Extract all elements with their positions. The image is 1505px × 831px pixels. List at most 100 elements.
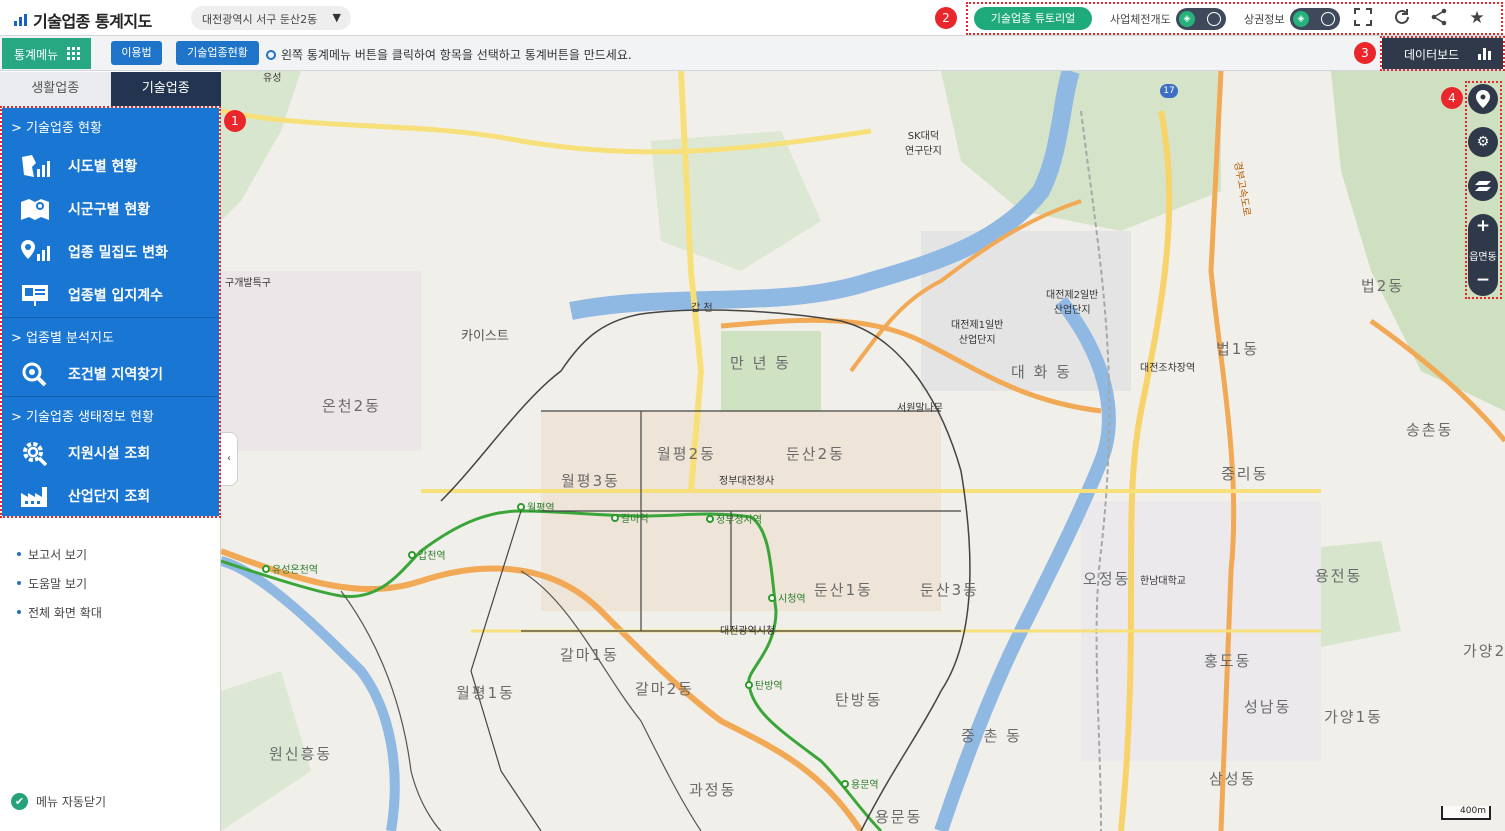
zoom-level-label: 읍면동 (1469, 252, 1497, 263)
map-label-wonsinheung: 원신흥동 (269, 745, 333, 763)
map-label-industrial-1: 대전제1일반 산업단지 (951, 320, 1004, 346)
map-label-beop1: 법1동 (1216, 340, 1260, 358)
menu-item-label: 업종별 입지계수 (68, 288, 164, 304)
map-label-dunsan2: 둔산2동 (786, 445, 845, 463)
map-label-onchon2: 온천2동 (322, 397, 381, 415)
route-17-shield: 17 (1160, 84, 1178, 98)
map-label-ojeong: 오정동 (1083, 570, 1131, 588)
tutorial-button[interactable]: 기술업종 튜토리얼 (974, 7, 1092, 30)
top-bar: 기술업종 통계지도 대전광역시 서구 둔산2동 ▼ 2 기술업종 튜토리얼 사업… (0, 0, 1505, 36)
info-message-text: 왼쪽 통계메뉴 버튼을 클릭하여 항목을 선택하고 통계버튼을 만드세요. (281, 48, 632, 62)
commercial-info-toggle[interactable]: ◈ (1290, 8, 1340, 30)
chevron-right-icon: > (11, 331, 22, 346)
share-icon[interactable] (1429, 8, 1449, 28)
menu-item-sigungu[interactable]: 시군구별 현황 (2, 188, 219, 230)
map-label-yuseong-ic: 유성 (263, 73, 282, 84)
layers-button[interactable] (1468, 171, 1498, 201)
menu-section-analysis-map[interactable]: > 업종별 분석지도 (2, 317, 219, 349)
stats-chart-icon (14, 14, 27, 26)
menu-item-label: 업종 밀집도 변화 (68, 245, 168, 261)
map-label-city-hall: 대전광역시청 (720, 626, 776, 637)
zoom-control: + 읍면동 − (1468, 214, 1498, 296)
station-cityhall: 시청역 (768, 590, 806, 605)
map-label-sk-research: SK대덕 연구단지 (905, 131, 942, 157)
menu-auto-close[interactable]: ✔ 메뉴 자동닫기 (11, 793, 106, 810)
databoard-label: 데이터보드 (1404, 48, 1460, 62)
usage-button[interactable]: 이용법 (111, 41, 162, 65)
app-title: 기술업종 통계지도 (14, 8, 152, 32)
station-marker-icon (262, 564, 270, 573)
map-label-mannyeon: 만 년 동 (730, 354, 791, 372)
layers-icon (1475, 181, 1491, 191)
station-label: 탄방역 (755, 681, 783, 692)
station-gapcheon: 갑천역 (408, 547, 446, 562)
map-label-gov-complex: 정부대전청사 (719, 476, 775, 487)
check-icon: ✔ (11, 793, 28, 810)
status-button[interactable]: 기술업종현황 (176, 41, 259, 65)
menu-section-tech-status[interactable]: > 기술업종 현황 (2, 108, 219, 140)
menu-item-density[interactable]: 업종 밀집도 변화 (2, 231, 219, 273)
gear-search-icon (23, 442, 48, 466)
map-label-industrial-2: 대전제2일반 산업단지 (1046, 290, 1099, 316)
info-dot-icon (266, 49, 276, 60)
business-layout-label: 사업체전개도 (1110, 13, 1171, 26)
annotation-badge-3: 3 (1354, 42, 1376, 64)
map-view[interactable]: 온천2동 카이스트 갑 천 만 년 동 월평2동 둔산2동 월평3동 정부대전청… (221, 71, 1505, 831)
stat-menu-list: > 기술업종 현황 시도별 현황 시군구별 현황 업종 밀집도 변화 업종별 입… (2, 108, 219, 516)
menu-item-label: 시군구별 현황 (68, 202, 151, 218)
station-govcomplex: 정부청사역 (706, 511, 762, 526)
panel-collapse-handle[interactable]: ‹ (221, 432, 238, 486)
bar-chart-icon (1478, 48, 1491, 60)
menu-item-label: 시도별 현황 (68, 159, 138, 175)
station-label: 월평역 (527, 503, 555, 514)
annotation-badge-2: 2 (935, 7, 957, 29)
chevron-down-icon: ▼ (332, 11, 341, 24)
zoom-out-button[interactable]: − (1468, 270, 1498, 290)
refresh-icon[interactable] (1392, 8, 1412, 28)
category-tabs: 생활업종 기술업종 (0, 72, 221, 106)
sub-bar: 통계메뉴 이용법 기술업종현황 왼쪽 통계메뉴 버튼을 클릭하여 항목을 선택하… (0, 36, 1505, 71)
commercial-info-label: 상권정보 (1244, 13, 1285, 26)
menu-item-industrial-complex[interactable]: 산업단지 조회 (2, 475, 219, 517)
cube-icon: ◈ (1293, 11, 1309, 27)
databoard-button[interactable]: 데이터보드 (1382, 38, 1503, 69)
map-label-dunsan3: 둔산3동 (920, 581, 979, 599)
settings-button[interactable]: ⚙ (1468, 127, 1498, 157)
stat-menu-label: 통계메뉴 (14, 48, 59, 62)
map-label-gayang2: 가양2동 (1463, 642, 1505, 660)
map-label-seowon: 서원말나무 (897, 403, 943, 414)
menu-section-label: 기술업종 생태정보 현황 (26, 410, 154, 425)
business-layout-toggle[interactable]: ◈ (1176, 8, 1226, 30)
location-chart-icon (21, 240, 50, 261)
map-label-gwajeong: 과정동 (689, 781, 737, 799)
region-select[interactable]: 대전광역시 서구 둔산2동 ▼ (191, 6, 351, 30)
menu-item-sido[interactable]: 시도별 현황 (2, 145, 219, 187)
zoom-in-button[interactable]: + (1468, 216, 1498, 236)
station-marker-icon (408, 550, 416, 559)
station-marker-icon (841, 779, 849, 788)
map-label-gu-development: 구개발특구 (225, 278, 271, 289)
star-icon[interactable]: ★ (1467, 8, 1487, 28)
link-fullscreen[interactable]: 전체 화면 확대 (17, 604, 102, 633)
link-report[interactable]: 보고서 보기 (17, 546, 102, 575)
link-help[interactable]: 도움말 보기 (17, 575, 102, 604)
station-label: 시청역 (778, 594, 806, 605)
fullscreen-icon[interactable] (1353, 8, 1373, 28)
menu-item-support-facility[interactable]: 지원시설 조회 (2, 432, 219, 474)
menu-section-ecosystem[interactable]: > 기술업종 생태정보 현황 (2, 396, 219, 428)
tab-life-industry[interactable]: 생활업종 (0, 72, 111, 106)
map-scale-bar: 400m (1441, 806, 1491, 820)
station-yuseong-oncheon: 유성온천역 (262, 561, 318, 576)
tab-tech-industry[interactable]: 기술업종 (110, 72, 221, 106)
menu-item-location-quotient[interactable]: 업종별 입지계수 (2, 274, 219, 316)
location-pin-button[interactable] (1468, 84, 1498, 114)
map-label-wolpyeong1: 월평1동 (456, 684, 515, 702)
menu-item-label: 지원시설 조회 (68, 446, 151, 462)
map-label-hongdo: 홍도동 (1204, 652, 1252, 670)
stat-menu-button[interactable]: 통계메뉴 (2, 38, 91, 69)
menu-item-condition-search[interactable]: 조건별 지역찾기 (2, 353, 219, 395)
gear-icon: ⚙ (1476, 134, 1490, 150)
map-label-tanbang: 탄방동 (835, 691, 883, 709)
station-label: 정부청사역 (716, 515, 762, 526)
map-label-jochajang-station: 대전조차장역 (1140, 363, 1196, 374)
